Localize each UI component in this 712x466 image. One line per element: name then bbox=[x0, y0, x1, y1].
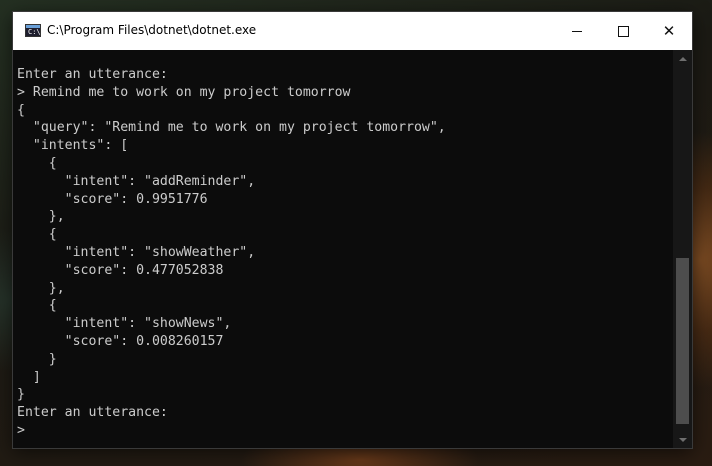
close-button[interactable]: ✕ bbox=[646, 12, 692, 50]
maximize-icon bbox=[617, 25, 629, 37]
console-line: "score": 0.477052838 bbox=[17, 262, 224, 278]
scroll-down-button[interactable] bbox=[673, 431, 692, 448]
console-line: "score": 0.008260157 bbox=[17, 333, 224, 349]
console-line: ] bbox=[17, 369, 41, 385]
console-line: "score": 0.9951776 bbox=[17, 191, 208, 207]
console-line: "query": "Remind me to work on my projec… bbox=[17, 120, 446, 136]
console-output[interactable]: Enter an utterance: > Remind me to work … bbox=[13, 50, 673, 448]
minimize-button[interactable] bbox=[554, 12, 600, 50]
console-prompt[interactable]: > bbox=[17, 423, 25, 438]
console-line: "intents": [ bbox=[17, 138, 129, 154]
console-app-icon-text: C:\ bbox=[28, 28, 41, 36]
window-title: C:\Program Files\dotnet\dotnet.exe bbox=[47, 23, 257, 37]
scrollbar-thumb[interactable] bbox=[676, 258, 689, 424]
arrow-down-icon bbox=[678, 437, 687, 442]
console-line: Enter an utterance: bbox=[17, 67, 168, 82]
console-app-icon: C:\ bbox=[25, 24, 41, 37]
console-line: { bbox=[17, 298, 57, 314]
console-line: "intent": "addReminder", bbox=[17, 173, 256, 189]
console-line: Enter an utterance: bbox=[17, 405, 168, 421]
arrow-up-icon bbox=[678, 56, 687, 61]
console-line: { bbox=[17, 227, 57, 243]
vertical-scrollbar[interactable] bbox=[673, 50, 692, 448]
console-line: { bbox=[17, 155, 57, 171]
console-line: "intent": "showNews", bbox=[17, 316, 232, 332]
maximize-button[interactable] bbox=[600, 12, 646, 50]
console-line: } bbox=[17, 351, 57, 367]
console-line: } bbox=[17, 387, 25, 403]
console-line: }, bbox=[17, 209, 65, 225]
console-line: { bbox=[17, 102, 25, 118]
close-icon: ✕ bbox=[662, 21, 676, 40]
console-line: "intent": "showWeather", bbox=[17, 244, 256, 260]
console-line: }, bbox=[17, 280, 65, 296]
title-bar[interactable]: C:\ C:\Program Files\dotnet\dotnet.exe ✕ bbox=[13, 12, 692, 50]
console-text: Enter an utterance: > Remind me to work … bbox=[17, 66, 446, 440]
scroll-up-button[interactable] bbox=[673, 50, 692, 67]
minimize-icon bbox=[572, 30, 582, 32]
console-line: > Remind me to work on my project tomorr… bbox=[17, 84, 351, 100]
console-window: C:\ C:\Program Files\dotnet\dotnet.exe ✕… bbox=[13, 12, 692, 448]
